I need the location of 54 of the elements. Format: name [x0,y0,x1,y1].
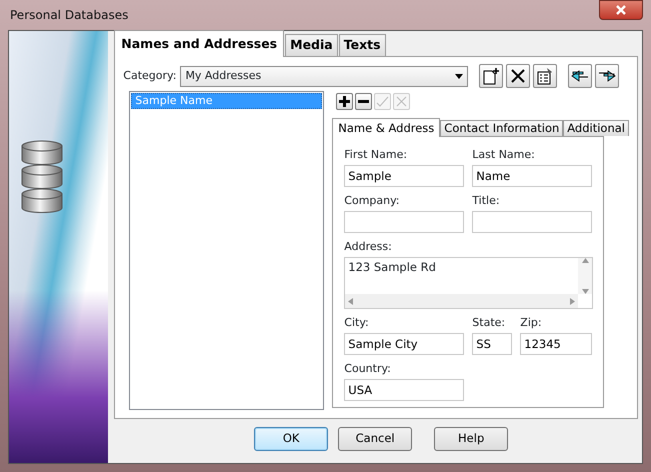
horizontal-scrollbar[interactable] [345,294,578,308]
tab[interactable]: Additional [563,120,629,136]
tab[interactable]: Names and Addresses [114,30,284,57]
remove-entry-button[interactable] [355,93,372,110]
scroll-up-icon[interactable] [582,258,589,263]
field-label: Last Name: [472,148,535,162]
new-record-button[interactable] [479,64,504,88]
properties-button[interactable] [533,64,558,88]
text-field[interactable] [344,211,464,233]
check-icon [376,95,390,108]
text-field[interactable]: 12345 [520,333,592,355]
scroll-right-icon[interactable] [570,298,576,304]
field-label: First Name: [344,148,408,162]
address-field[interactable]: 123 Sample Rd [344,257,594,309]
field-label: City: [344,316,369,330]
text-field[interactable]: Name [472,165,592,187]
scroll-left-icon[interactable] [348,298,354,304]
delete-icon [511,69,526,83]
new-document-icon [482,67,500,85]
dropdown-arrow-icon [455,74,464,78]
dialog-button[interactable]: OK [254,427,328,451]
field-label: Zip: [520,316,542,330]
dialog-button[interactable]: Help [434,427,508,451]
add-icon [338,95,352,108]
vertical-scrollbar[interactable] [578,258,592,294]
text-field[interactable] [472,211,592,233]
delete-button[interactable] [506,64,530,88]
close-icon [616,5,626,15]
category-label: Category: [123,68,176,84]
tab[interactable]: Media [285,34,338,56]
add-entry-button[interactable] [336,93,354,110]
text-field[interactable]: SS [472,333,512,355]
close-button[interactable] [599,0,643,20]
next-button[interactable] [595,64,620,88]
field-label: Address: [344,240,392,254]
tab[interactable]: Contact Information [440,120,564,136]
window-title: Personal Databases [9,7,128,24]
tab[interactable]: Name & Address [332,118,440,137]
dialog-button[interactable]: Cancel [338,427,412,451]
category-dropdown[interactable]: My Addresses [180,66,468,86]
text-field[interactable]: Sample [344,165,464,187]
field-label: Company: [344,194,400,208]
text-field[interactable]: Sample City [344,333,464,355]
properties-icon [536,67,554,85]
tab[interactable]: Texts [338,34,386,56]
left-arrow-icon [571,68,590,84]
scroll-down-icon[interactable] [582,289,589,294]
field-label: Country: [344,362,391,376]
field-label: State: [472,316,506,330]
field-label: Title: [472,194,500,208]
cross-icon [395,95,408,108]
text-field[interactable]: USA [344,379,464,401]
previous-button[interactable] [568,64,592,88]
right-arrow-icon [598,68,616,84]
